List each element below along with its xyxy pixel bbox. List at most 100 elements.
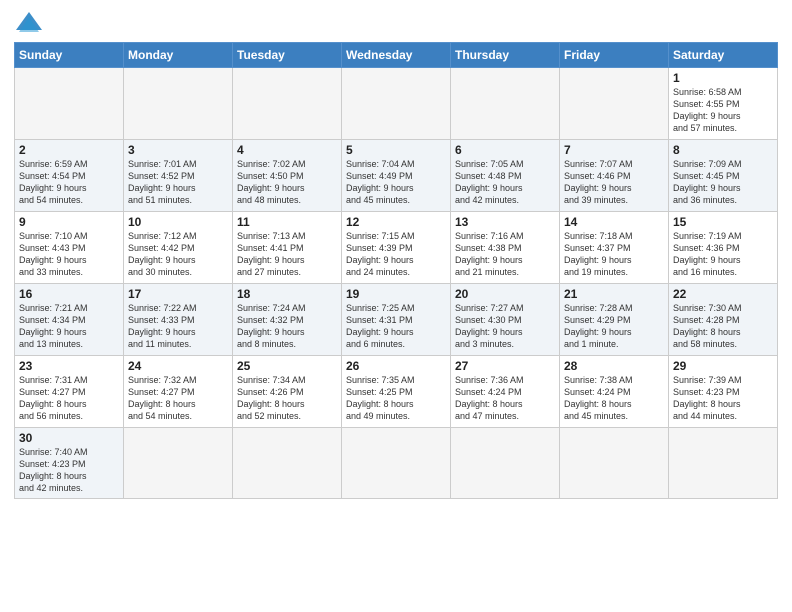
calendar-cell: 26Sunrise: 7:35 AM Sunset: 4:25 PM Dayli… [342, 356, 451, 428]
day-info: Sunrise: 7:09 AM Sunset: 4:45 PM Dayligh… [673, 158, 773, 207]
day-info: Sunrise: 7:40 AM Sunset: 4:23 PM Dayligh… [19, 446, 119, 495]
day-number: 8 [673, 143, 773, 157]
day-number: 10 [128, 215, 228, 229]
day-info: Sunrise: 7:27 AM Sunset: 4:30 PM Dayligh… [455, 302, 555, 351]
calendar-cell: 18Sunrise: 7:24 AM Sunset: 4:32 PM Dayli… [233, 284, 342, 356]
day-number: 6 [455, 143, 555, 157]
day-number: 30 [19, 431, 119, 445]
day-number: 7 [564, 143, 664, 157]
day-info: Sunrise: 6:58 AM Sunset: 4:55 PM Dayligh… [673, 86, 773, 135]
calendar-cell [560, 428, 669, 499]
day-number: 18 [237, 287, 337, 301]
day-number: 15 [673, 215, 773, 229]
calendar-cell: 28Sunrise: 7:38 AM Sunset: 4:24 PM Dayli… [560, 356, 669, 428]
day-number: 3 [128, 143, 228, 157]
calendar-cell: 17Sunrise: 7:22 AM Sunset: 4:33 PM Dayli… [124, 284, 233, 356]
calendar-cell: 15Sunrise: 7:19 AM Sunset: 4:36 PM Dayli… [669, 212, 778, 284]
calendar-cell: 25Sunrise: 7:34 AM Sunset: 4:26 PM Dayli… [233, 356, 342, 428]
calendar-cell: 8Sunrise: 7:09 AM Sunset: 4:45 PM Daylig… [669, 140, 778, 212]
day-number: 5 [346, 143, 446, 157]
day-info: Sunrise: 7:39 AM Sunset: 4:23 PM Dayligh… [673, 374, 773, 423]
calendar-cell: 24Sunrise: 7:32 AM Sunset: 4:27 PM Dayli… [124, 356, 233, 428]
calendar-cell [451, 428, 560, 499]
calendar-cell: 10Sunrise: 7:12 AM Sunset: 4:42 PM Dayli… [124, 212, 233, 284]
day-number: 9 [19, 215, 119, 229]
calendar-cell: 30Sunrise: 7:40 AM Sunset: 4:23 PM Dayli… [15, 428, 124, 499]
calendar-cell: 2Sunrise: 6:59 AM Sunset: 4:54 PM Daylig… [15, 140, 124, 212]
calendar: SundayMondayTuesdayWednesdayThursdayFrid… [14, 42, 778, 499]
day-info: Sunrise: 7:30 AM Sunset: 4:28 PM Dayligh… [673, 302, 773, 351]
day-info: Sunrise: 7:02 AM Sunset: 4:50 PM Dayligh… [237, 158, 337, 207]
day-info: Sunrise: 7:07 AM Sunset: 4:46 PM Dayligh… [564, 158, 664, 207]
calendar-cell: 5Sunrise: 7:04 AM Sunset: 4:49 PM Daylig… [342, 140, 451, 212]
calendar-cell [233, 428, 342, 499]
calendar-cell: 23Sunrise: 7:31 AM Sunset: 4:27 PM Dayli… [15, 356, 124, 428]
day-number: 24 [128, 359, 228, 373]
calendar-cell: 27Sunrise: 7:36 AM Sunset: 4:24 PM Dayli… [451, 356, 560, 428]
day-info: Sunrise: 7:12 AM Sunset: 4:42 PM Dayligh… [128, 230, 228, 279]
day-info: Sunrise: 7:34 AM Sunset: 4:26 PM Dayligh… [237, 374, 337, 423]
day-info: Sunrise: 7:15 AM Sunset: 4:39 PM Dayligh… [346, 230, 446, 279]
calendar-week-row: 30Sunrise: 7:40 AM Sunset: 4:23 PM Dayli… [15, 428, 778, 499]
calendar-week-row: 2Sunrise: 6:59 AM Sunset: 4:54 PM Daylig… [15, 140, 778, 212]
calendar-cell: 11Sunrise: 7:13 AM Sunset: 4:41 PM Dayli… [233, 212, 342, 284]
day-info: Sunrise: 7:22 AM Sunset: 4:33 PM Dayligh… [128, 302, 228, 351]
day-number: 21 [564, 287, 664, 301]
day-info: Sunrise: 7:04 AM Sunset: 4:49 PM Dayligh… [346, 158, 446, 207]
weekday-header-row: SundayMondayTuesdayWednesdayThursdayFrid… [15, 43, 778, 68]
calendar-cell [451, 68, 560, 140]
day-number: 19 [346, 287, 446, 301]
calendar-cell: 12Sunrise: 7:15 AM Sunset: 4:39 PM Dayli… [342, 212, 451, 284]
day-info: Sunrise: 7:31 AM Sunset: 4:27 PM Dayligh… [19, 374, 119, 423]
day-number: 16 [19, 287, 119, 301]
calendar-cell: 19Sunrise: 7:25 AM Sunset: 4:31 PM Dayli… [342, 284, 451, 356]
day-info: Sunrise: 7:19 AM Sunset: 4:36 PM Dayligh… [673, 230, 773, 279]
calendar-cell [560, 68, 669, 140]
calendar-cell: 22Sunrise: 7:30 AM Sunset: 4:28 PM Dayli… [669, 284, 778, 356]
logo-icon [14, 10, 44, 36]
weekday-header-saturday: Saturday [669, 43, 778, 68]
calendar-cell: 14Sunrise: 7:18 AM Sunset: 4:37 PM Dayli… [560, 212, 669, 284]
page: SundayMondayTuesdayWednesdayThursdayFrid… [0, 0, 792, 612]
logo [14, 10, 48, 36]
day-number: 23 [19, 359, 119, 373]
day-info: Sunrise: 7:38 AM Sunset: 4:24 PM Dayligh… [564, 374, 664, 423]
calendar-week-row: 16Sunrise: 7:21 AM Sunset: 4:34 PM Dayli… [15, 284, 778, 356]
day-number: 20 [455, 287, 555, 301]
calendar-cell [233, 68, 342, 140]
calendar-cell: 7Sunrise: 7:07 AM Sunset: 4:46 PM Daylig… [560, 140, 669, 212]
day-info: Sunrise: 7:24 AM Sunset: 4:32 PM Dayligh… [237, 302, 337, 351]
weekday-header-sunday: Sunday [15, 43, 124, 68]
day-number: 26 [346, 359, 446, 373]
calendar-cell [124, 428, 233, 499]
day-number: 4 [237, 143, 337, 157]
calendar-cell: 21Sunrise: 7:28 AM Sunset: 4:29 PM Dayli… [560, 284, 669, 356]
calendar-cell [15, 68, 124, 140]
day-number: 12 [346, 215, 446, 229]
calendar-cell: 4Sunrise: 7:02 AM Sunset: 4:50 PM Daylig… [233, 140, 342, 212]
calendar-cell: 16Sunrise: 7:21 AM Sunset: 4:34 PM Dayli… [15, 284, 124, 356]
day-number: 11 [237, 215, 337, 229]
day-info: Sunrise: 7:21 AM Sunset: 4:34 PM Dayligh… [19, 302, 119, 351]
calendar-week-row: 23Sunrise: 7:31 AM Sunset: 4:27 PM Dayli… [15, 356, 778, 428]
calendar-cell: 13Sunrise: 7:16 AM Sunset: 4:38 PM Dayli… [451, 212, 560, 284]
calendar-cell: 9Sunrise: 7:10 AM Sunset: 4:43 PM Daylig… [15, 212, 124, 284]
day-info: Sunrise: 6:59 AM Sunset: 4:54 PM Dayligh… [19, 158, 119, 207]
calendar-cell [342, 68, 451, 140]
day-number: 25 [237, 359, 337, 373]
day-info: Sunrise: 7:18 AM Sunset: 4:37 PM Dayligh… [564, 230, 664, 279]
day-info: Sunrise: 7:28 AM Sunset: 4:29 PM Dayligh… [564, 302, 664, 351]
day-number: 14 [564, 215, 664, 229]
day-info: Sunrise: 7:01 AM Sunset: 4:52 PM Dayligh… [128, 158, 228, 207]
weekday-header-tuesday: Tuesday [233, 43, 342, 68]
calendar-cell: 3Sunrise: 7:01 AM Sunset: 4:52 PM Daylig… [124, 140, 233, 212]
day-number: 29 [673, 359, 773, 373]
calendar-cell [342, 428, 451, 499]
day-info: Sunrise: 7:32 AM Sunset: 4:27 PM Dayligh… [128, 374, 228, 423]
day-number: 28 [564, 359, 664, 373]
day-info: Sunrise: 7:13 AM Sunset: 4:41 PM Dayligh… [237, 230, 337, 279]
weekday-header-monday: Monday [124, 43, 233, 68]
day-number: 22 [673, 287, 773, 301]
calendar-cell: 6Sunrise: 7:05 AM Sunset: 4:48 PM Daylig… [451, 140, 560, 212]
calendar-week-row: 1Sunrise: 6:58 AM Sunset: 4:55 PM Daylig… [15, 68, 778, 140]
